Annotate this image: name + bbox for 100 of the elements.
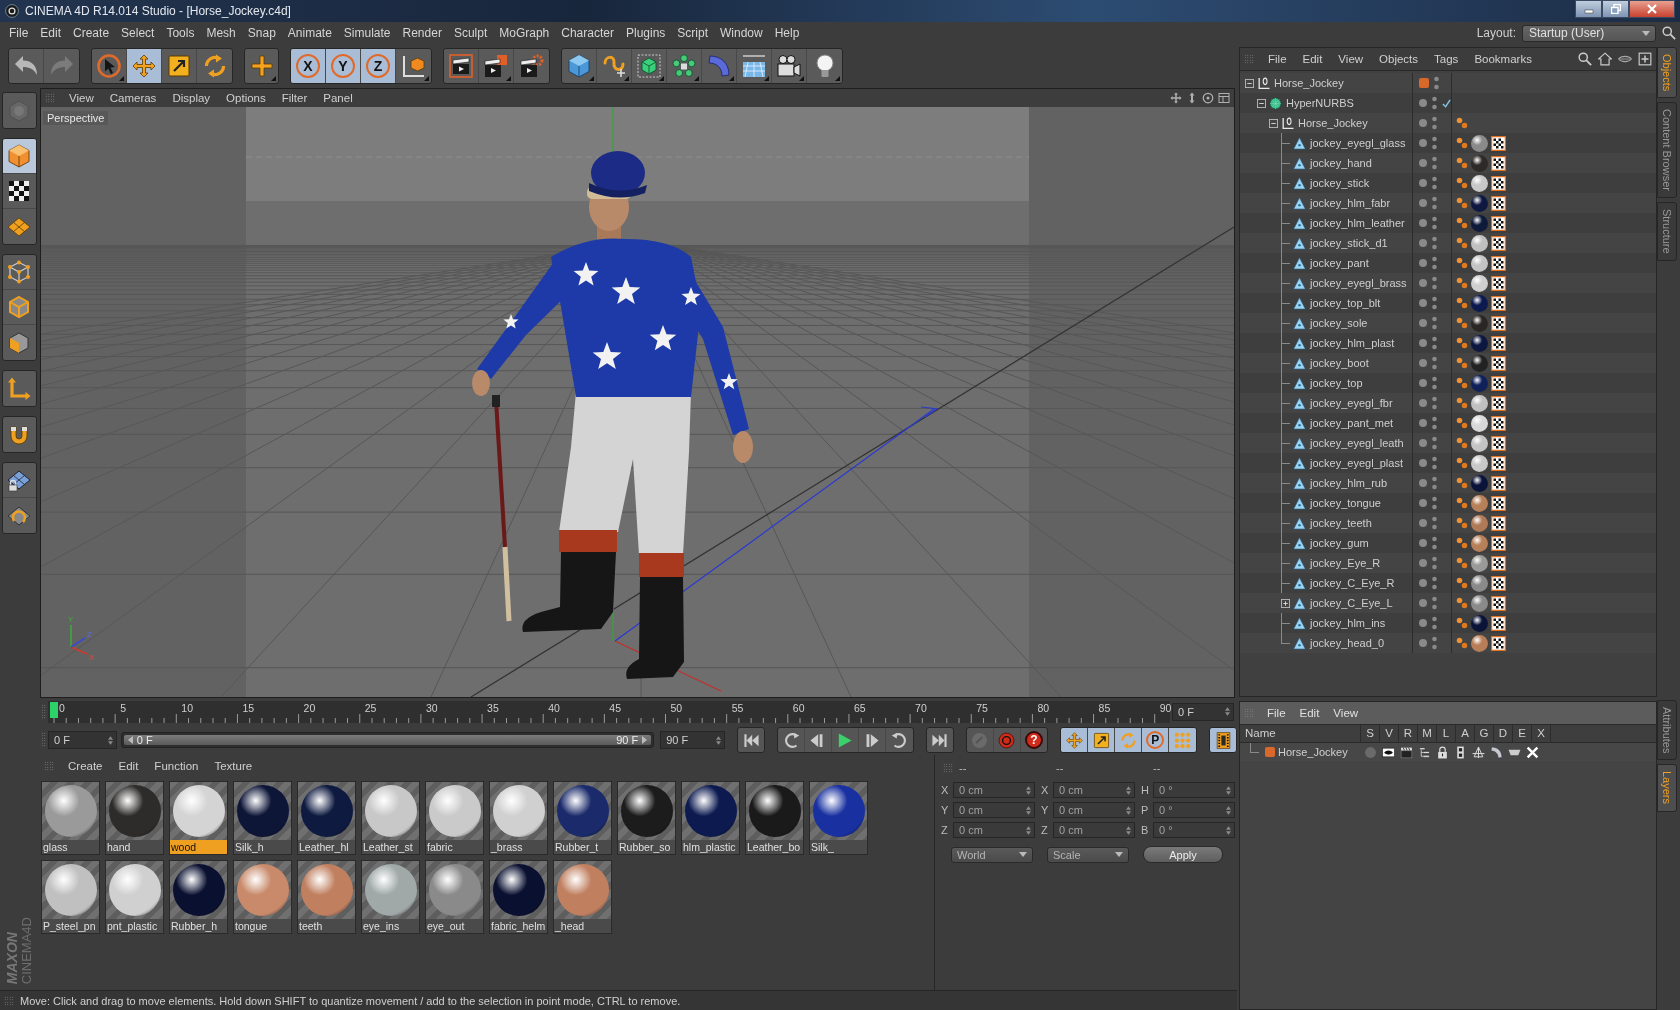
material-tile[interactable]: wood: [169, 781, 228, 855]
material-tag-icon[interactable]: [1471, 194, 1488, 212]
change-layout-button[interactable]: [1218, 92, 1230, 104]
menu-item[interactable]: Edit: [34, 23, 68, 43]
menu-item[interactable]: Options: [218, 92, 274, 104]
material-tag-icon[interactable]: [1471, 634, 1488, 652]
side-tab[interactable]: Attributes: [1657, 700, 1677, 761]
side-tab[interactable]: Content Browser: [1657, 102, 1677, 199]
material-tag-icon[interactable]: [1471, 614, 1488, 632]
visibility-dots-icon[interactable]: [1432, 576, 1437, 590]
menu-item[interactable]: Plugins: [619, 23, 672, 43]
material-tile[interactable]: P_steel_pn: [41, 860, 100, 934]
layer-dot-icon[interactable]: [1419, 519, 1427, 527]
scale-tool-button[interactable]: [1088, 728, 1116, 752]
menu-item[interactable]: Function: [146, 760, 207, 772]
search-button[interactable]: [1662, 26, 1676, 40]
column-header[interactable]: V: [1380, 725, 1399, 742]
new-panel-button[interactable]: [1638, 52, 1652, 66]
menu-item[interactable]: Render: [396, 23, 448, 43]
visibility-dots-icon[interactable]: [1432, 436, 1437, 450]
material-tile[interactable]: _brass: [489, 781, 548, 855]
menu-item[interactable]: Edit: [1294, 53, 1331, 65]
material-tile[interactable]: Leather_st: [361, 781, 420, 855]
rotate-tool-button[interactable]: [1115, 728, 1143, 752]
visibility-dots-icon[interactable]: [1432, 496, 1437, 510]
timeline-ruler[interactable]: 0 5 10 15 20 25 30 35 40 45 50 55 60 65 70 75 80 85 90: [48, 700, 1170, 723]
close-button[interactable]: [1629, 0, 1675, 18]
material-tag-icon[interactable]: [1471, 374, 1488, 392]
add-tool-button[interactable]: [244, 48, 279, 84]
side-tab[interactable]: Objects: [1657, 47, 1677, 99]
object-row[interactable]: jockey_eyegl_brass: [1240, 273, 1656, 293]
material-tag-icon[interactable]: [1471, 474, 1488, 492]
object-row[interactable]: Horse_Jockey: [1240, 73, 1656, 93]
column-header[interactable]: R: [1399, 725, 1418, 742]
menu-item[interactable]: Create: [60, 760, 111, 772]
visibility-dots-icon[interactable]: [1432, 596, 1437, 610]
layer-dot-icon[interactable]: [1419, 439, 1427, 447]
material-tag-icon[interactable]: [1471, 414, 1488, 432]
spinner-icon[interactable]: [716, 735, 722, 745]
menu-item[interactable]: Snap: [241, 23, 282, 43]
layer-dot-icon[interactable]: [1419, 119, 1427, 127]
layout-dropdown[interactable]: Startup (User): [1522, 24, 1656, 42]
menu-item[interactable]: Select: [115, 23, 161, 43]
menu-item[interactable]: Help: [768, 23, 806, 43]
material-tag-icon[interactable]: [1471, 274, 1488, 292]
material-tile[interactable]: eye_ins: [361, 860, 420, 934]
material-tag-icon[interactable]: [1471, 314, 1488, 332]
material-tile[interactable]: Rubber_h: [169, 860, 228, 934]
layer-dot-icon[interactable]: [1419, 479, 1427, 487]
layer-dot-icon[interactable]: [1419, 379, 1427, 387]
material-tag-icon[interactable]: [1471, 594, 1488, 612]
expand-icon[interactable]: [1281, 598, 1290, 608]
menu-item[interactable]: View: [1330, 53, 1372, 65]
layer-dot-icon[interactable]: [1419, 279, 1427, 287]
material-tag-icon[interactable]: [1471, 554, 1488, 572]
home-button[interactable]: [1598, 52, 1612, 66]
parameter-key-button[interactable]: P: [1142, 728, 1170, 752]
material-tag-icon[interactable]: [1471, 494, 1488, 512]
layer-color-icon[interactable]: [1265, 747, 1275, 757]
object-row[interactable]: jockey_hlm_rub: [1240, 473, 1656, 493]
object-row[interactable]: jockey_hlm_fabr: [1240, 193, 1656, 213]
layer-dot-icon[interactable]: [1419, 599, 1427, 607]
layer-dot-icon[interactable]: [1419, 619, 1427, 627]
viewport[interactable]: View Cameras Display Options Filter Panel Perspective Y Z X: [40, 88, 1235, 698]
object-row[interactable]: jockey_hand: [1240, 153, 1656, 173]
visibility-dots-icon[interactable]: [1432, 456, 1437, 470]
grip-icon[interactable]: [4, 995, 14, 1006]
grip-icon[interactable]: [41, 703, 47, 720]
layer-dot-icon[interactable]: [1419, 499, 1427, 507]
object-row[interactable]: jockey_teeth: [1240, 513, 1656, 533]
visibility-dots-icon[interactable]: [1432, 476, 1437, 490]
column-header[interactable]: E: [1513, 725, 1532, 742]
menu-item[interactable]: Tags: [1426, 53, 1467, 65]
grip-icon[interactable]: [45, 93, 55, 103]
search-button[interactable]: [1578, 52, 1592, 66]
material-tile[interactable]: hand: [105, 781, 164, 855]
menu-item[interactable]: Animate: [281, 23, 338, 43]
visibility-dots-icon[interactable]: [1432, 196, 1437, 210]
material-tag-icon[interactable]: [1471, 234, 1488, 252]
material-tile[interactable]: tongue: [233, 860, 292, 934]
material-tag-icon[interactable]: [1471, 134, 1488, 152]
menu-item[interactable]: Texture: [206, 760, 261, 772]
menu-item[interactable]: Script: [671, 23, 714, 43]
material-tile[interactable]: eye_out: [425, 860, 484, 934]
column-header[interactable]: Name: [1240, 725, 1361, 742]
material-tile[interactable]: fabric_helm: [489, 860, 548, 934]
spinner-icon[interactable]: [1225, 707, 1230, 716]
visibility-dots-icon[interactable]: [1432, 536, 1437, 550]
material-tag-icon[interactable]: [1471, 254, 1488, 272]
material-tag-icon[interactable]: [1471, 154, 1488, 172]
material-tile[interactable]: fabric: [425, 781, 484, 855]
minimize-button[interactable]: [1575, 0, 1602, 18]
menu-item[interactable]: Bookmarks: [1466, 53, 1540, 65]
column-header[interactable]: G: [1475, 725, 1494, 742]
menu-item[interactable]: Mesh: [200, 23, 242, 43]
layer-dot-icon[interactable]: [1419, 459, 1427, 467]
timeline-button[interactable]: [1209, 727, 1237, 753]
go-to-end-button[interactable]: [925, 727, 954, 753]
move-tool-button[interactable]: [1061, 728, 1089, 752]
visibility-dots-icon[interactable]: [1432, 176, 1437, 190]
